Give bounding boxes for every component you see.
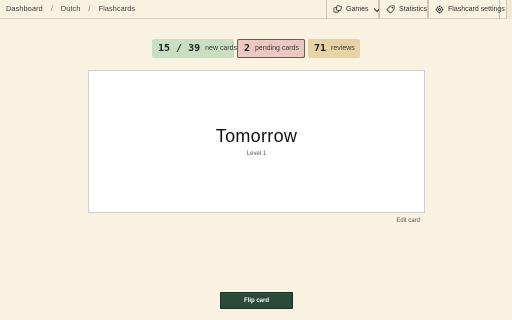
flashcard-level: Level 1 — [246, 151, 267, 157]
edit-card-link[interactable]: Edit card — [396, 218, 420, 224]
statistics-button[interactable]: Statistics — [379, 0, 428, 19]
breadcrumb-flashcards: Flashcards — [98, 4, 136, 13]
statistics-label: Statistics — [399, 6, 428, 13]
breadcrumb-dashboard[interactable]: Dashboard — [6, 4, 43, 13]
reviews-value: 71 — [314, 43, 327, 54]
games-menu-button[interactable]: Games — [326, 0, 380, 19]
reviews-label: reviews — [331, 45, 355, 52]
new-cards-counter: 15 / 39 new cards — [152, 39, 238, 58]
pending-cards-counter[interactable]: 2 pending cards — [237, 39, 305, 58]
breadcrumb: Dashboard / Dutch / Flashcards — [6, 4, 135, 13]
flip-card-button[interactable]: Flip card — [220, 292, 293, 309]
flashcard-settings-label: Flashcard settings — [448, 6, 505, 13]
flashcard-settings-button[interactable]: Flashcard settings — [428, 0, 505, 19]
tag-icon — [386, 5, 395, 14]
reviews-counter: 71 reviews — [308, 39, 360, 58]
top-bar: Dashboard / Dutch / Flashcards Games Sta… — [0, 0, 512, 19]
pending-cards-label: pending cards — [255, 45, 300, 52]
pending-cards-value: 2 — [244, 43, 251, 54]
new-cards-value: 15 / 39 — [158, 43, 201, 54]
dice-icon — [333, 5, 342, 14]
profile-menu-edge[interactable] — [506, 0, 512, 19]
breadcrumb-separator: / — [88, 4, 91, 13]
gear-icon — [435, 5, 444, 14]
new-cards-label: new cards — [205, 45, 238, 52]
breadcrumb-separator: / — [50, 4, 53, 13]
flashcard[interactable]: Tomorrow Level 1 — [88, 70, 425, 213]
games-label: Games — [346, 6, 369, 13]
flashcard-word: Tomorrow — [215, 126, 298, 146]
breadcrumb-dutch[interactable]: Dutch — [61, 4, 81, 13]
